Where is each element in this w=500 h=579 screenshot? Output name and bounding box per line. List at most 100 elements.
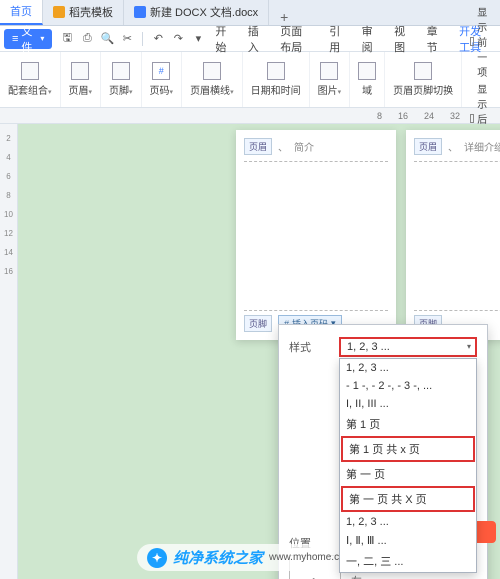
chevron-down-icon: ▾ xyxy=(48,89,52,96)
header-icon xyxy=(71,62,89,80)
chevron-down-icon: ▾ xyxy=(467,342,471,351)
header-text: 简介 xyxy=(294,139,314,154)
group-footer[interactable]: 页脚▾ xyxy=(101,52,142,107)
group-datetime-label: 日期和时间 xyxy=(251,82,301,97)
picture-icon xyxy=(320,62,338,80)
style-option[interactable]: 第 一 页 xyxy=(340,463,476,485)
header-separator: 、 xyxy=(448,139,458,154)
undo-icon[interactable]: ↶ xyxy=(151,32,165,46)
page-header-area[interactable]: 页眉 、 详细介绍 xyxy=(414,138,500,162)
style-option[interactable]: 1, 2, 3 ... xyxy=(340,513,476,531)
ruler-mark: 14 xyxy=(4,248,13,257)
ribbon-tabs: 开始 插入 页面布局 引用 审阅 视图 章节 开发工具 xyxy=(207,26,500,52)
next-icon xyxy=(470,114,474,123)
pagenumber-icon: # xyxy=(152,62,170,80)
ruler-mark: 4 xyxy=(6,153,10,162)
style-value: 1, 2, 3 ... xyxy=(347,341,390,353)
style-option[interactable]: I, II, III ... xyxy=(340,395,476,413)
tab-document[interactable]: 新建 DOCX 文档.docx xyxy=(124,0,269,25)
chevron-down-icon: ▾ xyxy=(338,89,342,96)
docx-icon xyxy=(134,6,146,18)
ribbon-hf-tools: 配套组合▾ 页眉▾ 页脚▾ # 页码▾ 页眉横线▾ 日期和时间 图片▾ 域 页眉… xyxy=(0,52,500,108)
group-footer-label: 页脚 xyxy=(109,86,129,97)
tab-template[interactable]: 稻壳模板 xyxy=(43,0,124,25)
footer-icon xyxy=(112,62,130,80)
watermark: ✦ 纯净系统之家 www.myhome.com xyxy=(137,544,363,571)
style-option[interactable]: 第 1 页 xyxy=(340,413,476,435)
ruler-mark: 16 xyxy=(4,267,13,276)
chevron-down-icon: ▾ xyxy=(40,34,44,43)
document-canvas[interactable]: 2 4 6 8 10 12 14 16 页眉 、 简介 页脚 # 插入页码 ▾ … xyxy=(0,124,500,579)
watermark-logo-icon: ✦ xyxy=(147,548,167,568)
ribbon-tab-reference[interactable]: 引用 xyxy=(321,26,353,52)
ruler-mark: 6 xyxy=(6,172,10,181)
group-header[interactable]: 页眉▾ xyxy=(61,52,102,107)
chevron-down-icon: ▾ xyxy=(129,89,133,96)
tab-template-label: 稻壳模板 xyxy=(69,4,113,20)
group-field[interactable]: 域 xyxy=(350,52,385,107)
group-headerline[interactable]: 页眉横线▾ xyxy=(182,52,243,107)
page-preview-2[interactable]: 页眉 、 详细介绍 页脚 xyxy=(406,130,500,340)
menu-icon: ≡ xyxy=(12,33,18,45)
ribbon-tab-layout[interactable]: 页面布局 xyxy=(272,26,321,52)
ruler-mark: 12 xyxy=(4,229,13,238)
redo-icon[interactable]: ↷ xyxy=(171,32,185,46)
tab-home[interactable]: 首页 xyxy=(0,0,43,25)
ruler-mark: 8 xyxy=(6,191,10,200)
group-combo-label: 配套组合 xyxy=(8,86,48,97)
field-icon xyxy=(358,62,376,80)
style-row: 样式 1, 2, 3 ... ▾ 1, 2, 3 ... - 1 -, - 2 … xyxy=(289,337,477,357)
group-hf-switch[interactable]: 页眉页脚切换 xyxy=(385,52,462,107)
print-icon[interactable]: ⎙ xyxy=(80,32,94,46)
header-separator: 、 xyxy=(278,139,288,154)
save-icon[interactable]: 🖫 xyxy=(60,32,74,46)
group-combo[interactable]: 配套组合▾ xyxy=(0,52,61,107)
page-preview-1[interactable]: 页眉 、 简介 页脚 # 插入页码 ▾ xyxy=(236,130,396,340)
file-menu-label: 文件 xyxy=(21,23,37,55)
style-dropdown-list: 1, 2, 3 ... - 1 -, - 2 -, - 3 -, ... I, … xyxy=(339,358,477,573)
preview-icon[interactable]: 🔍 xyxy=(100,32,114,46)
ruler-mark: 24 xyxy=(424,111,434,121)
group-pagenumber[interactable]: # 页码▾ xyxy=(142,52,183,107)
file-menu-button[interactable]: ≡ 文件 ▾ xyxy=(4,29,52,49)
style-option[interactable]: 一, 二, 三 ... xyxy=(340,550,476,572)
group-field-label: 域 xyxy=(362,82,372,97)
group-header-label: 页眉 xyxy=(69,86,89,97)
style-option[interactable]: 1, 2, 3 ... xyxy=(340,359,476,377)
watermark-brand: 纯净系统之家 xyxy=(173,547,263,568)
datetime-icon xyxy=(267,62,285,80)
page-header-area[interactable]: 页眉 、 简介 xyxy=(244,138,388,162)
ruler-mark: 2 xyxy=(6,134,10,143)
chevron-down-icon: ▾ xyxy=(230,89,234,96)
ruler-mark: 16 xyxy=(398,111,408,121)
style-dropdown[interactable]: 1, 2, 3 ... ▾ 1, 2, 3 ... - 1 -, - 2 -, … xyxy=(339,337,477,357)
ribbon-tab-start[interactable]: 开始 xyxy=(207,26,239,52)
ribbon-tab-section[interactable]: 章节 xyxy=(419,26,451,52)
ruler-mark: 10 xyxy=(4,210,13,219)
style-option[interactable]: - 1 -, - 2 -, - 3 -, ... xyxy=(340,377,476,395)
show-previous-button[interactable]: 显示前一项 xyxy=(470,4,492,79)
left-label: 左 xyxy=(351,573,362,579)
group-picture[interactable]: 图片▾ xyxy=(310,52,351,107)
vertical-ruler[interactable]: 2 4 6 8 10 12 14 16 xyxy=(0,124,18,579)
ribbon-tab-review[interactable]: 审阅 xyxy=(354,26,386,52)
tab-home-label: 首页 xyxy=(10,3,32,19)
chevron-down-icon: ▾ xyxy=(89,89,93,96)
style-option-highlight[interactable]: 第 一 页 共 X 页 xyxy=(341,486,475,512)
qat-more-icon[interactable]: ▾ xyxy=(191,32,205,46)
cut-icon[interactable]: ✂ xyxy=(120,32,134,46)
style-option-highlight[interactable]: 第 1 页 共 x 页 xyxy=(341,436,475,462)
horizontal-ruler[interactable]: 8 16 24 32 xyxy=(0,108,500,124)
top-toolbar: ≡ 文件 ▾ 🖫 ⎙ 🔍 ✂ ↶ ↷ ▾ 开始 插入 页面布局 引用 审阅 视图… xyxy=(0,26,500,52)
header-text: 详细介绍 xyxy=(464,139,500,154)
header-tag: 页眉 xyxy=(244,138,272,155)
footer-tag: 页脚 xyxy=(244,315,272,332)
ribbon-tab-view[interactable]: 视图 xyxy=(386,26,418,52)
pagenumber-popup: 样式 1, 2, 3 ... ▾ 1, 2, 3 ... - 1 -, - 2 … xyxy=(278,324,488,579)
ribbon-tab-insert[interactable]: 插入 xyxy=(240,26,272,52)
combo-icon xyxy=(21,62,39,80)
group-datetime[interactable]: 日期和时间 xyxy=(243,52,310,107)
style-option[interactable]: Ⅰ, Ⅱ, Ⅲ ... xyxy=(340,531,476,550)
ruler-mark: 32 xyxy=(450,111,460,121)
group-hf-switch-label: 页眉页脚切换 xyxy=(393,82,453,97)
